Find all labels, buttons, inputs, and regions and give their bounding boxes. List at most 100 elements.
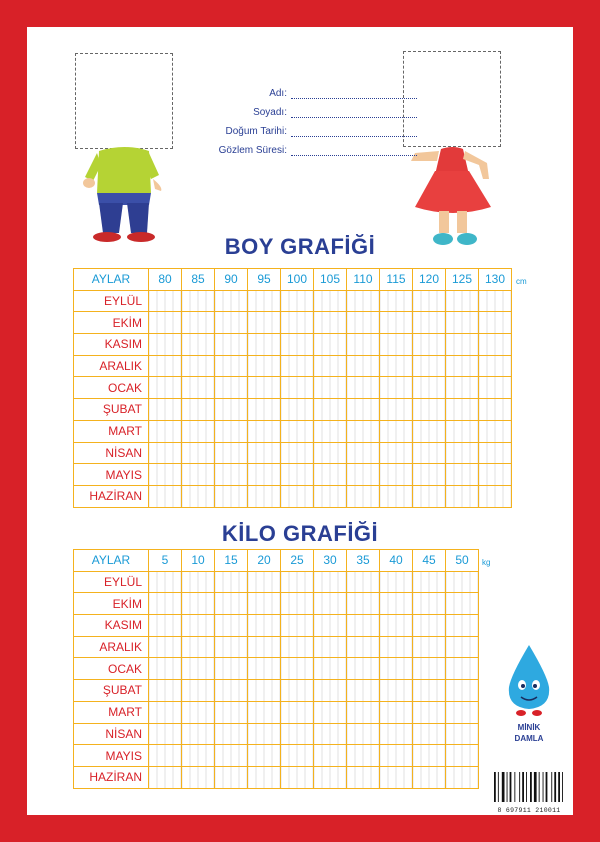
grid-cell[interactable] [313,376,347,400]
grid-cell[interactable] [214,657,248,681]
grid-cell[interactable] [247,354,281,378]
grid-cell[interactable] [445,635,479,659]
form-input-line[interactable] [291,117,417,118]
grid-cell[interactable] [346,354,380,378]
grid-cell[interactable] [412,419,446,443]
grid-cell[interactable] [346,376,380,400]
grid-cell[interactable] [313,333,347,356]
grid-cell[interactable] [313,614,347,637]
grid-cell[interactable] [313,679,347,702]
grid-cell[interactable] [280,289,314,313]
grid-cell[interactable] [313,657,347,681]
grid-cell[interactable] [445,744,479,767]
grid-cell[interactable] [181,398,215,421]
grid-cell[interactable] [181,700,215,724]
grid-cell[interactable] [412,592,446,616]
grid-cell[interactable] [214,354,248,378]
grid-cell[interactable] [445,570,479,594]
grid-cell[interactable] [280,679,314,702]
grid-cell[interactable] [412,635,446,659]
grid-cell[interactable] [247,376,281,400]
grid-cell[interactable] [346,419,380,443]
grid-cell[interactable] [247,484,281,508]
grid-cell[interactable] [247,289,281,313]
grid-cell[interactable] [181,744,215,767]
grid-cell[interactable] [247,657,281,681]
grid-cell[interactable] [412,765,446,789]
grid-cell[interactable] [412,679,446,702]
grid-cell[interactable] [247,679,281,702]
grid-cell[interactable] [181,441,215,465]
grid-cell[interactable] [313,441,347,465]
grid-cell[interactable] [148,635,182,659]
grid-cell[interactable] [280,614,314,637]
grid-cell[interactable] [346,441,380,465]
grid-cell[interactable] [346,744,380,767]
grid-cell[interactable] [379,679,413,702]
grid-cell[interactable] [346,614,380,637]
grid-cell[interactable] [214,398,248,421]
grid-cell[interactable] [280,570,314,594]
grid-cell[interactable] [181,570,215,594]
grid-cell[interactable] [280,419,314,443]
grid-cell[interactable] [412,289,446,313]
grid-cell[interactable] [214,700,248,724]
grid-cell[interactable] [445,441,479,465]
grid-cell[interactable] [181,765,215,789]
grid-cell[interactable] [412,744,446,767]
grid-cell[interactable] [214,419,248,443]
grid-cell[interactable] [346,657,380,681]
grid-cell[interactable] [379,722,413,746]
grid-cell[interactable] [280,700,314,724]
grid-cell[interactable] [478,354,512,378]
grid-cell[interactable] [247,311,281,335]
grid-cell[interactable] [445,700,479,724]
grid-cell[interactable] [247,441,281,465]
grid-cell[interactable] [313,419,347,443]
grid-cell[interactable] [148,657,182,681]
grid-cell[interactable] [313,354,347,378]
grid-cell[interactable] [280,744,314,767]
grid-cell[interactable] [346,398,380,421]
grid-cell[interactable] [148,592,182,616]
grid-cell[interactable] [280,722,314,746]
grid-cell[interactable] [478,441,512,465]
grid-cell[interactable] [247,398,281,421]
grid-cell[interactable] [478,311,512,335]
grid-cell[interactable] [247,463,281,486]
grid-cell[interactable] [148,765,182,789]
grid-cell[interactable] [280,376,314,400]
grid-cell[interactable] [445,289,479,313]
grid-cell[interactable] [379,419,413,443]
grid-cell[interactable] [181,657,215,681]
grid-cell[interactable] [412,700,446,724]
grid-cell[interactable] [280,354,314,378]
grid-cell[interactable] [214,744,248,767]
grid-cell[interactable] [412,354,446,378]
grid-cell[interactable] [379,441,413,465]
grid-cell[interactable] [445,592,479,616]
grid-cell[interactable] [181,419,215,443]
grid-cell[interactable] [346,765,380,789]
grid-cell[interactable] [181,354,215,378]
grid-cell[interactable] [346,463,380,486]
grid-cell[interactable] [214,289,248,313]
grid-cell[interactable] [313,744,347,767]
grid-cell[interactable] [379,289,413,313]
grid-cell[interactable] [214,570,248,594]
grid-cell[interactable] [412,398,446,421]
form-input-line[interactable] [291,136,417,137]
grid-cell[interactable] [412,484,446,508]
grid-cell[interactable] [214,765,248,789]
grid-cell[interactable] [346,570,380,594]
grid-cell[interactable] [445,463,479,486]
grid-cell[interactable] [346,722,380,746]
grid-cell[interactable] [412,441,446,465]
grid-cell[interactable] [214,333,248,356]
grid-cell[interactable] [412,311,446,335]
grid-cell[interactable] [445,614,479,637]
grid-cell[interactable] [214,376,248,400]
grid-cell[interactable] [412,333,446,356]
form-input-line[interactable] [291,155,417,156]
grid-cell[interactable] [247,570,281,594]
